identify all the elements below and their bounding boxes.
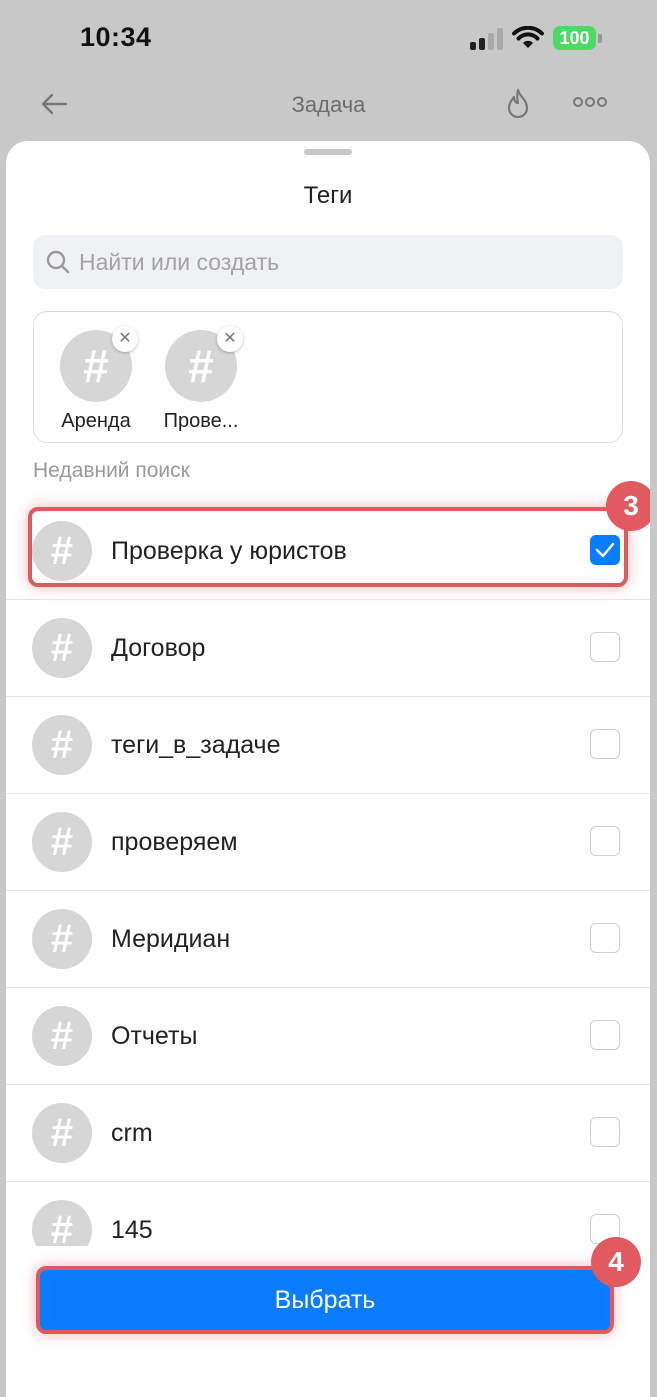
- tag-checkbox[interactable]: [590, 1117, 620, 1147]
- step-4-badge: 4: [591, 1237, 641, 1287]
- tag-checkbox[interactable]: [590, 1020, 620, 1050]
- recent-search-label: Недавний поиск: [33, 459, 190, 482]
- tag-row[interactable]: # проверяем: [6, 794, 650, 891]
- hashtag-icon: #: [32, 715, 92, 775]
- tag-checkbox[interactable]: [590, 923, 620, 953]
- tag-list: # Проверка у юристов # Договор # теги_в_…: [6, 503, 650, 1279]
- sheet-grabber[interactable]: [304, 149, 352, 155]
- selected-tag-label: Аренда: [61, 410, 131, 432]
- hashtag-icon: #: [32, 618, 92, 678]
- sheet-title: Теги: [303, 182, 353, 209]
- fire-icon[interactable]: [502, 87, 534, 121]
- tag-row[interactable]: # теги_в_задаче: [6, 697, 650, 794]
- selected-tag-chip[interactable]: # ✕ Аренда: [46, 326, 146, 433]
- tag-row[interactable]: # Отчеты: [6, 988, 650, 1085]
- bottom-action-area: Выбрать: [6, 1246, 650, 1397]
- tag-label: Меридиан: [111, 925, 231, 953]
- tag-row[interactable]: # Меридиан: [6, 891, 650, 988]
- tag-label: теги_в_задаче: [111, 731, 281, 759]
- cellular-signal-icon: [470, 28, 506, 50]
- status-bar: 10:34 100: [0, 0, 657, 78]
- search-input[interactable]: [79, 235, 599, 289]
- battery-tip: [598, 34, 602, 43]
- tag-label: crm: [111, 1119, 153, 1147]
- tag-row[interactable]: # crm: [6, 1085, 650, 1182]
- more-options-icon[interactable]: [572, 94, 608, 110]
- tag-label: проверяем: [111, 828, 238, 856]
- remove-tag-icon[interactable]: ✕: [112, 326, 138, 352]
- tag-row[interactable]: # Договор: [6, 600, 650, 697]
- tag-label: Отчеты: [111, 1022, 198, 1050]
- tag-checkbox[interactable]: [590, 632, 620, 662]
- select-button[interactable]: Выбрать: [36, 1266, 614, 1334]
- battery-indicator: 100: [553, 26, 596, 50]
- hashtag-icon: # ✕: [165, 326, 243, 402]
- tags-sheet: Теги # ✕ Аренда # ✕ Прове... Недавний по…: [6, 141, 650, 1397]
- search-icon: [46, 250, 70, 274]
- nav-bar: Задача: [0, 78, 657, 138]
- hashtag-icon: # ✕: [60, 326, 138, 402]
- tag-label: 145: [111, 1216, 153, 1244]
- nav-title: Задача: [291, 92, 366, 117]
- tag-checkbox[interactable]: [590, 826, 620, 856]
- hashtag-icon: #: [32, 812, 92, 872]
- step-3-badge: 3: [606, 481, 650, 531]
- tag-label: Договор: [111, 634, 206, 662]
- status-time: 10:34: [80, 22, 152, 52]
- hashtag-icon: #: [32, 1103, 92, 1163]
- selected-tag-chip[interactable]: # ✕ Прове...: [151, 326, 251, 433]
- selected-tag-label: Прове...: [163, 410, 239, 432]
- step-3-highlight: [28, 507, 628, 587]
- tag-checkbox[interactable]: [590, 729, 620, 759]
- wifi-icon: [512, 26, 544, 48]
- hashtag-icon: #: [32, 909, 92, 969]
- hashtag-icon: #: [32, 1006, 92, 1066]
- selected-tags-area: # ✕ Аренда # ✕ Прове...: [33, 311, 623, 443]
- remove-tag-icon[interactable]: ✕: [217, 326, 243, 352]
- search-field[interactable]: [33, 235, 623, 289]
